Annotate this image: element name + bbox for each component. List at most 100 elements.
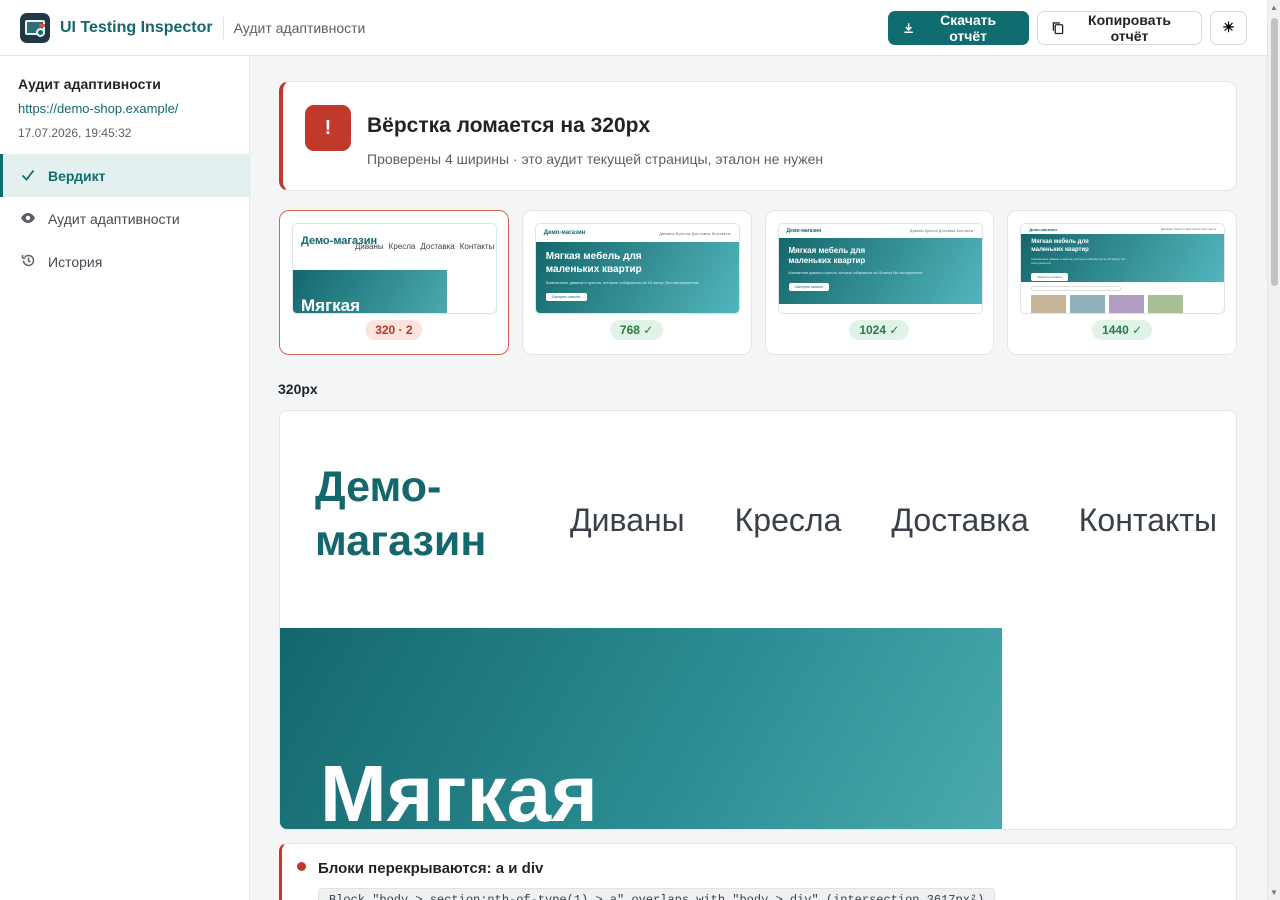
sun-icon: ☀ — [1222, 19, 1235, 35]
preview-nav-item: Контакты — [1078, 502, 1217, 538]
viewport-thumb-1440[interactable]: Демо-магазин Диваны Кресла Доставка Конт… — [1007, 210, 1237, 355]
thumb-hero-title: Мягкая мебель для маленьких квартир — [788, 246, 866, 266]
audit-datetime: 17.07.2026, 19:45:32 — [18, 126, 132, 140]
sidebar-title: Аудит адаптивности — [18, 76, 161, 92]
eye-icon — [20, 211, 36, 227]
viewport-badge: 1024 ✓ — [849, 320, 910, 340]
thumb-hero-button: Смотреть каталог — [545, 293, 587, 301]
thumb-header: Демо-магазин Диваны Кресла Доставка Конт… — [1021, 224, 1224, 234]
thumb-nav: Диваны Кресла Доставка Контакты — [1160, 227, 1217, 231]
thumb-nav-item: Кресла — [388, 242, 416, 251]
thumb-nav: Диваны Кресла Доставка Контакты — [355, 242, 494, 251]
copy-icon — [1052, 21, 1064, 34]
thumb-preview: Демо-магазин Диваны Кресла Доставка Конт… — [292, 223, 497, 314]
thumb-logo: Демо-магазин — [1029, 226, 1057, 232]
sidebar-item-responsive-audit[interactable]: Аудит адаптивности — [0, 197, 249, 240]
viewport-badge: 768 ✓ — [609, 320, 664, 340]
thumb-logo: Демо-магазин — [543, 230, 586, 236]
preview-logo: Демо- магазин — [315, 461, 486, 569]
thumb-hero: Мягкая мебель для маленьких квартир Комп… — [1021, 234, 1225, 282]
preview-hero-title: Мягкая — [320, 749, 598, 830]
top-bar: UI Testing Inspector Аудит адаптивности … — [0, 0, 1267, 56]
verdict-subtitle: Проверены 4 ширины · это аудит текущей с… — [367, 151, 824, 167]
thumb-hero-title: Мягкая мебель для маленьких квартир — [545, 251, 642, 275]
thumb-hero-text: Компактные диваны и кресла, которые соби… — [788, 270, 924, 275]
viewport-section-label: 320px — [278, 381, 318, 397]
viewport-thumb-768[interactable]: Демо-магазин Диваны Кресла Доставка Конт… — [521, 210, 752, 355]
thumb-product — [1031, 295, 1067, 313]
preview-logo-line: магазин — [315, 516, 487, 565]
viewport-thumb-320[interactable]: Демо-магазин Диваны Кресла Доставка Конт… — [279, 210, 509, 355]
issue-code: Block "body > section:nth-of-type(1) > a… — [318, 888, 996, 900]
sidebar-item-label: Вердикт — [48, 167, 106, 184]
copy-report-label: Копировать отчёт — [1088, 11, 1171, 44]
app-title: UI Testing Inspector — [60, 18, 213, 36]
viewport-preview: Демо- магазин Диваны Кресла Доставка Кон… — [279, 410, 1237, 830]
error-badge-icon: ! — [305, 105, 351, 151]
copy-report-button[interactable]: Копировать отчёт — [1037, 10, 1202, 45]
thumb-header: Демо-магазин Диваны Кресла Доставка Конт… — [536, 224, 739, 242]
check-icon — [20, 168, 36, 184]
thumb-products — [1021, 295, 1224, 313]
thumb-nav-item: Диваны — [355, 242, 384, 251]
thumb-filter-bar — [1031, 286, 1122, 291]
thumb-hero: Мягкая мебель для маленьких квартир Комп… — [778, 238, 982, 304]
thumb-preview: Демо-магазин Диваны Кресла Доставка Конт… — [534, 223, 740, 314]
thumb-product — [1148, 295, 1184, 313]
thumb-product — [1109, 295, 1145, 313]
thumb-hero-text: Компактные диваны и кресла, которые соби… — [1031, 256, 1126, 265]
viewport-badge: 320 · 2 — [365, 320, 423, 340]
sidebar-item-label: Аудит адаптивности — [48, 210, 180, 227]
preview-nav-item: Диваны — [570, 502, 685, 538]
thumb-hero: Мягкая мебель для маленьких квартир Комп… — [535, 242, 739, 313]
preview-logo-line: Демо- — [315, 463, 442, 511]
header-actions: Скачать отчёт Копировать отчёт ☀ — [888, 10, 1247, 45]
thumb-preview: Демо-магазин Диваны Кресла Доставка Конт… — [777, 223, 983, 314]
preview-hero: Мягкая — [280, 628, 1002, 830]
download-report-button[interactable]: Скачать отчёт — [888, 10, 1029, 45]
main-content: ! Вёрстка ломается на 320px Проверены 4 … — [250, 56, 1267, 900]
app-logo-icon — [20, 12, 50, 43]
thumb-product — [1070, 295, 1106, 313]
thumb-nav-item: Доставка — [420, 242, 455, 251]
thumb-nav: Диваны Кресла Доставка Контакты — [659, 230, 731, 236]
issue-card: Блоки перекрываются: a и div Block "body… — [279, 843, 1237, 900]
sidebar-item-verdict[interactable]: Вердикт — [0, 154, 249, 197]
thumb-hero-title: Мягкая мебель для маленьких квартир — [1031, 239, 1089, 253]
viewport-thumb-1024[interactable]: Демо-магазин Диваны Кресла Доставка Конт… — [764, 210, 995, 355]
issue-title: Блоки перекрываются: a и div — [318, 860, 544, 877]
download-report-label: Скачать отчёт — [940, 11, 997, 44]
audited-url[interactable]: https://demo-shop.example/ — [18, 101, 231, 116]
sidebar-item-label: История — [48, 253, 103, 270]
thumb-hero-text: Компактные диваны и кресла, которые соби… — [545, 280, 700, 285]
sidebar-header: Аудит адаптивности https://demo-shop.exa… — [0, 56, 249, 154]
viewport-badge: 1440 ✓ — [1092, 320, 1153, 340]
preview-nav: Диваны Кресла Доставка Контакты — [570, 502, 1217, 539]
viewport-thumbnails: Демо-магазин Диваны Кресла Доставка Конт… — [279, 210, 1237, 355]
verdict-card: ! Вёрстка ломается на 320px Проверены 4 … — [279, 81, 1237, 191]
thumb-header: Демо-магазин Диваны Кресла Доставка Конт… — [779, 224, 982, 238]
thumb-logo: Демо-магазин — [786, 228, 822, 234]
scroll-thumb[interactable] — [1271, 18, 1278, 286]
error-dot-icon — [297, 862, 306, 871]
thumb-hero-button: Смотреть каталог — [1031, 272, 1068, 281]
thumb-nav-item: Контакты — [459, 242, 495, 251]
preview-nav-item: Кресла — [734, 502, 842, 538]
page-scrollbar[interactable]: ▲ ▼ — [1267, 0, 1280, 900]
verdict-title: Вёрстка ломается на 320px — [367, 114, 651, 137]
scroll-up-icon[interactable]: ▲ — [1270, 3, 1278, 12]
thumb-preview: Демо-магазин Диваны Кресла Доставка Конт… — [1020, 223, 1226, 314]
theme-toggle-button[interactable]: ☀ — [1210, 10, 1247, 45]
thumb-nav: Диваны Кресла Доставка Контакты — [910, 229, 974, 233]
thumb-hero-button: Смотреть каталог — [788, 282, 830, 291]
sidebar-item-history[interactable]: История — [0, 240, 249, 283]
thumb-hero: Мягкая — [293, 270, 447, 314]
thumb-hero-title: Мягкая — [301, 296, 361, 314]
page-subtitle: Аудит адаптивности — [233, 19, 366, 36]
download-icon — [904, 22, 913, 33]
scroll-down-icon[interactable]: ▼ — [1270, 888, 1278, 897]
preview-nav-item: Доставка — [891, 502, 1029, 538]
sidebar: Аудит адаптивности https://demo-shop.exa… — [0, 56, 250, 900]
history-icon — [20, 253, 36, 271]
header-divider — [222, 16, 224, 39]
